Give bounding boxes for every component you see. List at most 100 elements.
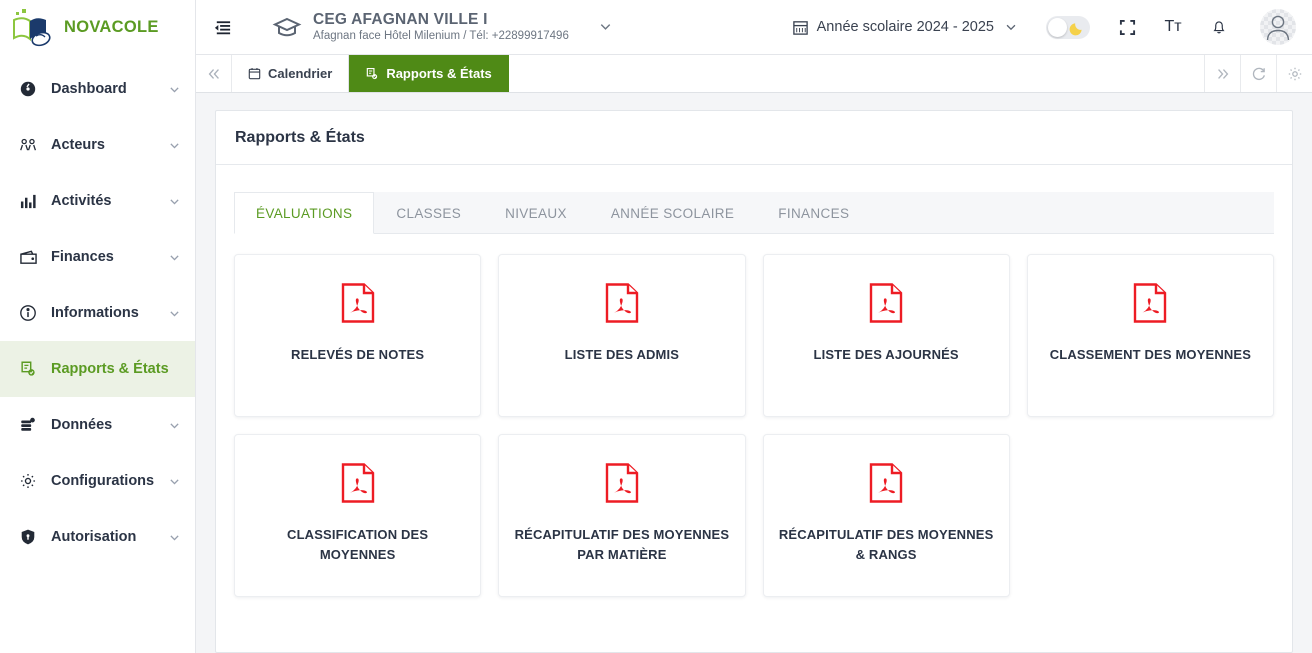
calendar-icon — [792, 19, 809, 36]
sidebar-item-label: Finances — [51, 249, 114, 265]
report-card-recapitulatif-moyennes-par-matiere[interactable]: RÉCAPITULATIF DES MOYENNES PAR MATIÈRE — [498, 434, 746, 597]
tab-evaluations[interactable]: ÉVALUATIONS — [234, 192, 375, 234]
book-mouse-logo-icon — [10, 8, 58, 48]
sidebar-item-acteurs[interactable]: Acteurs — [0, 117, 195, 173]
pdf-icon — [605, 283, 639, 323]
tabstrip-actions — [1204, 55, 1312, 92]
report-card-label: RÉCAPITULATIF DES MOYENNES & RANGS — [778, 527, 994, 563]
sidebar-item-label: Configurations — [51, 473, 155, 489]
report-card-classement-des-moyennes[interactable]: CLASSEMENT DES MOYENNES — [1026, 254, 1274, 417]
user-avatar[interactable] — [1260, 9, 1296, 45]
panel-body: ÉVALUATIONS CLASSES NIVEAUX ANNÉE SCOLAI… — [216, 165, 1292, 652]
sidebar-item-donnees[interactable]: Données — [0, 397, 195, 453]
report-card-releves-de-notes[interactable]: RELEVÉS DE NOTES — [234, 254, 482, 417]
sidebar-item-label: Autorisation — [51, 529, 137, 545]
speedometer-icon — [18, 79, 38, 99]
dark-mode-toggle[interactable] — [1046, 15, 1090, 39]
brand-name: NOVACOLE — [64, 18, 159, 36]
school-selector[interactable]: CEG AFAGNAN VILLE I Afagnan face Hôtel M… — [272, 11, 613, 42]
toggle-knob — [1048, 17, 1067, 37]
chevron-down-icon — [168, 475, 181, 488]
text-size-label: Tт — [1164, 18, 1182, 35]
text-size-icon[interactable]: Tт — [1150, 7, 1196, 47]
pdf-icon — [869, 283, 903, 323]
refresh-icon[interactable] — [1240, 55, 1276, 92]
gear-icon — [18, 471, 38, 491]
school-name: CEG AFAGNAN VILLE I — [313, 11, 488, 29]
report-card-liste-des-admis[interactable]: LISTE DES ADMIS — [498, 254, 746, 417]
sidebar-item-label: Activités — [51, 193, 112, 209]
tab-classes[interactable]: CLASSES — [374, 192, 483, 233]
sidebar-item-label: Données — [51, 417, 113, 433]
calendar-icon — [248, 67, 261, 80]
tab-label: ANNÉE SCOLAIRE — [610, 205, 735, 221]
graduation-cap-icon — [272, 12, 302, 42]
chevron-down-icon — [168, 195, 181, 208]
sidebar-item-informations[interactable]: Informations — [0, 285, 195, 341]
users-icon — [18, 135, 38, 155]
sidebar-item-label: Rapports & États — [51, 361, 169, 377]
report-card-liste-des-ajournes[interactable]: LISTE DES AJOURNÉS — [762, 254, 1010, 417]
reports-panel: Rapports & États ÉVALUATIONS CLASSES NIV… — [215, 110, 1293, 653]
chevron-double-left-icon[interactable] — [196, 55, 232, 92]
database-icon — [18, 415, 38, 435]
window-tabstrip: Calendrier Rapports & États — [196, 55, 1312, 93]
report-card-label: RELEVÉS DE NOTES — [291, 347, 425, 362]
school-text-block: CEG AFAGNAN VILLE I Afagnan face Hôtel M… — [313, 11, 569, 42]
menu-collapse-icon[interactable] — [208, 13, 236, 41]
chevron-down-icon — [168, 419, 181, 432]
pdf-icon — [341, 283, 375, 323]
sidebar-item-label: Dashboard — [51, 81, 127, 97]
window-tab-label: Calendrier — [268, 66, 333, 81]
tab-label: NIVEAUX — [505, 205, 567, 221]
content-area: Rapports & États ÉVALUATIONS CLASSES NIV… — [196, 93, 1312, 653]
sidebar: NOVACOLE Dashboard Acteurs Activités Fin… — [0, 0, 196, 653]
pdf-icon — [1133, 283, 1167, 323]
sidebar-item-rapports-etats[interactable]: Rapports & États — [0, 341, 195, 397]
chevron-down-icon — [168, 83, 181, 96]
report-card-classification-des-moyennes[interactable]: CLASSIFICATION DES MOYENNES — [234, 434, 482, 597]
pdf-icon — [605, 463, 639, 503]
sidebar-item-autorisation[interactable]: Autorisation — [0, 509, 195, 565]
sidebar-nav: Dashboard Acteurs Activités Finances Inf… — [0, 55, 195, 565]
report-cards-grid: RELEVÉS DE NOTES LISTE DES ADMIS LISTE D… — [234, 234, 1274, 597]
info-circle-icon — [18, 303, 38, 323]
wallet-icon — [18, 247, 38, 267]
main-area: CEG AFAGNAN VILLE I Afagnan face Hôtel M… — [196, 0, 1312, 653]
report-check-icon — [365, 67, 379, 81]
report-card-label: CLASSIFICATION DES MOYENNES — [287, 527, 429, 563]
report-card-label: LISTE DES ADMIS — [564, 347, 680, 362]
moon-icon — [1069, 19, 1086, 36]
fullscreen-icon[interactable] — [1104, 7, 1150, 47]
chevron-down-icon — [168, 139, 181, 152]
sidebar-item-configurations[interactable]: Configurations — [0, 453, 195, 509]
tab-niveaux[interactable]: NIVEAUX — [483, 192, 589, 233]
school-year-selector[interactable]: Année scolaire 2024 - 2025 — [792, 19, 1024, 36]
bell-icon[interactable] — [1196, 7, 1242, 47]
tab-label: CLASSES — [396, 205, 462, 221]
brand-logo-area[interactable]: NOVACOLE — [0, 0, 195, 55]
tab-finances[interactable]: FINANCES — [756, 192, 871, 233]
school-subtitle: Afagnan face Hôtel Milenium / Tél: +2289… — [313, 29, 569, 42]
chevron-down-icon — [1004, 20, 1018, 34]
top-header: CEG AFAGNAN VILLE I Afagnan face Hôtel M… — [196, 0, 1312, 55]
report-card-label: CLASSEMENT DES MOYENNES — [1049, 347, 1252, 362]
sidebar-item-activites[interactable]: Activités — [0, 173, 195, 229]
chevron-down-icon[interactable] — [598, 19, 613, 34]
pdf-icon — [341, 463, 375, 503]
sidebar-item-finances[interactable]: Finances — [0, 229, 195, 285]
tab-annee-scolaire[interactable]: ANNÉE SCOLAIRE — [589, 192, 756, 233]
window-tab-rapports-etats[interactable]: Rapports & États — [349, 55, 509, 92]
panel-header: Rapports & États — [216, 111, 1292, 165]
chevron-double-right-icon[interactable] — [1204, 55, 1240, 92]
window-tab-label: Rapports & États — [386, 66, 492, 81]
report-card-recapitulatif-moyennes-rangs[interactable]: RÉCAPITULATIF DES MOYENNES & RANGS — [762, 434, 1010, 597]
sidebar-item-label: Acteurs — [51, 137, 105, 153]
report-card-label: LISTE DES AJOURNÉS — [813, 347, 959, 362]
sidebar-item-label: Informations — [51, 305, 139, 321]
gear-icon[interactable] — [1276, 55, 1312, 92]
chevron-down-icon — [168, 531, 181, 544]
report-check-icon — [18, 359, 38, 379]
window-tab-calendrier[interactable]: Calendrier — [232, 55, 350, 92]
sidebar-item-dashboard[interactable]: Dashboard — [0, 61, 195, 117]
